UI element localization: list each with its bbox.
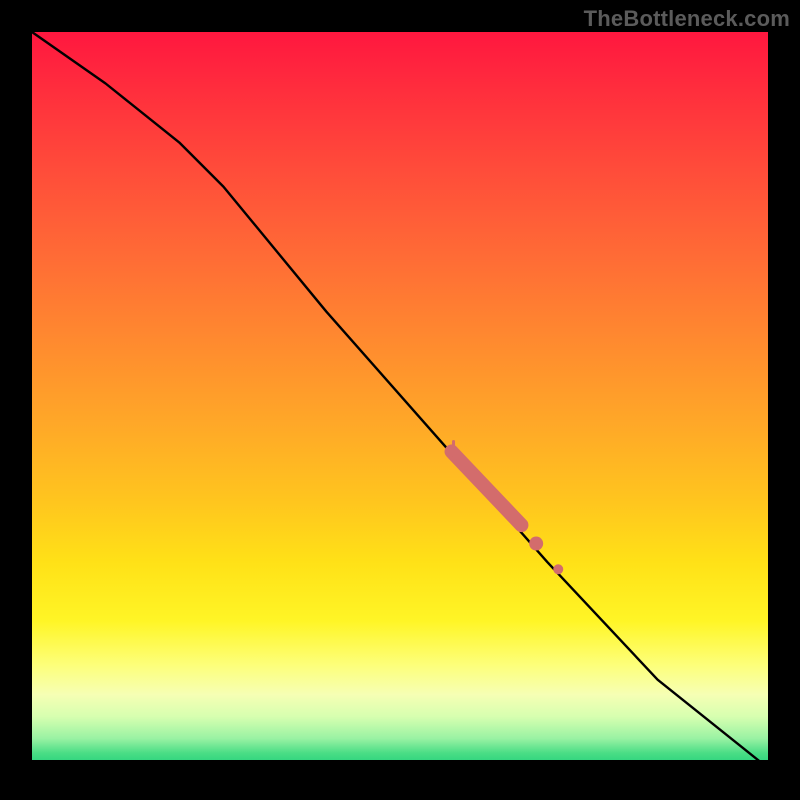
- chart-stage: TheBottleneck.com: [0, 0, 800, 800]
- watermark-text: TheBottleneck.com: [584, 6, 790, 32]
- bottom-black-bar: [32, 760, 768, 768]
- highlight-segment: [452, 452, 522, 526]
- highlight-dot-1: [529, 537, 543, 551]
- main-curve: [32, 32, 768, 768]
- plot-area: [32, 32, 768, 768]
- highlight-overlay: [452, 442, 564, 575]
- highlight-dot-2: [553, 564, 563, 574]
- line-layer: [32, 32, 768, 768]
